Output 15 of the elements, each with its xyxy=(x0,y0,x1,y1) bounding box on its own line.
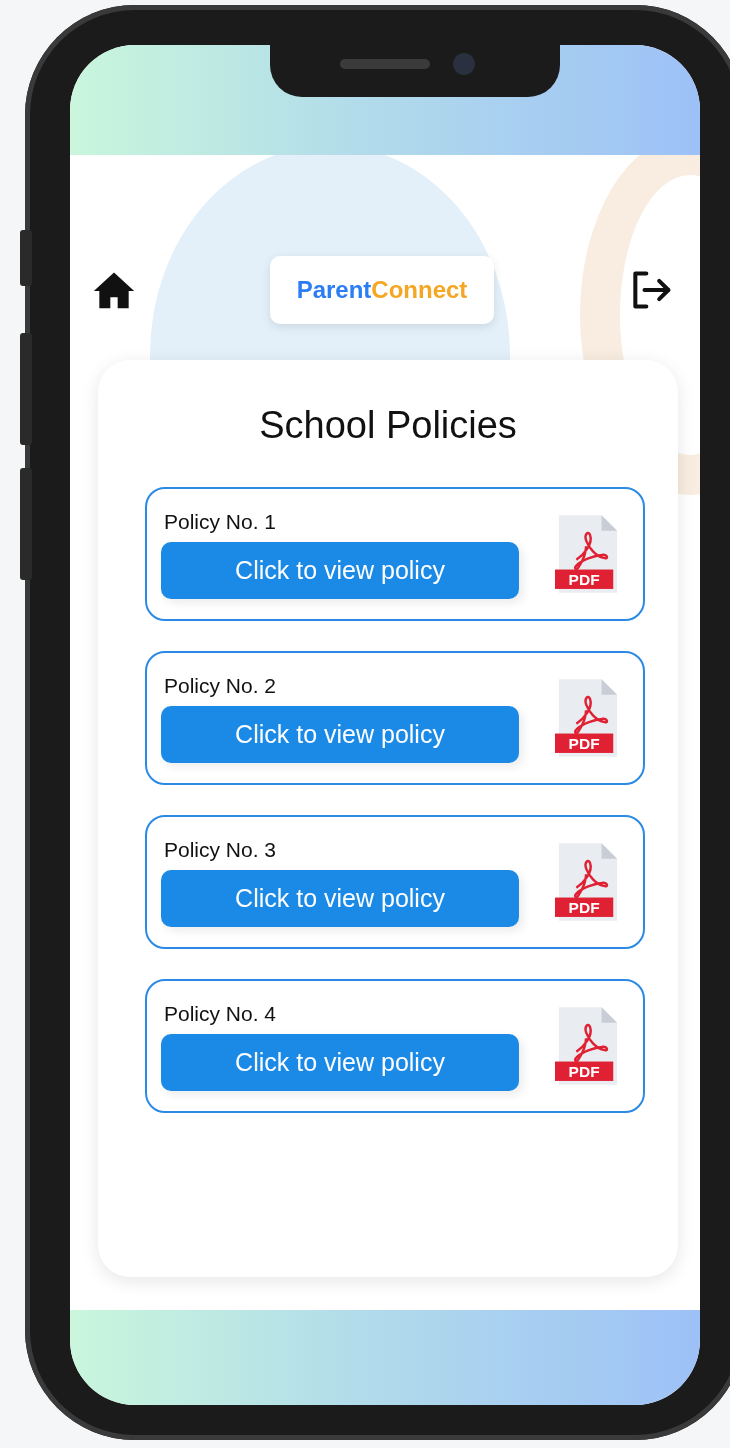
view-policy-button[interactable]: Click to view policy xyxy=(161,1033,519,1091)
policy-label: Policy No. 2 xyxy=(163,673,278,698)
view-policy-button[interactable]: Click to view policy xyxy=(161,541,519,599)
camera-lens xyxy=(453,53,475,75)
view-policy-button[interactable]: Click to view policy xyxy=(161,705,519,763)
policy-label: Policy No. 1 xyxy=(163,509,278,534)
policy-label: Policy No. 3 xyxy=(163,837,278,862)
pdf-label: PDF xyxy=(568,571,600,589)
page-title: School Policies xyxy=(258,404,518,447)
pdf-label: PDF xyxy=(568,1063,600,1081)
app-logo: ParentConnect xyxy=(270,256,494,324)
policy-label: Policy No. 4 xyxy=(163,1001,278,1026)
view-policy-button[interactable]: Click to view policy xyxy=(161,869,519,927)
pdf-label: PDF xyxy=(568,735,600,753)
pdf-label: PDF xyxy=(568,899,600,917)
